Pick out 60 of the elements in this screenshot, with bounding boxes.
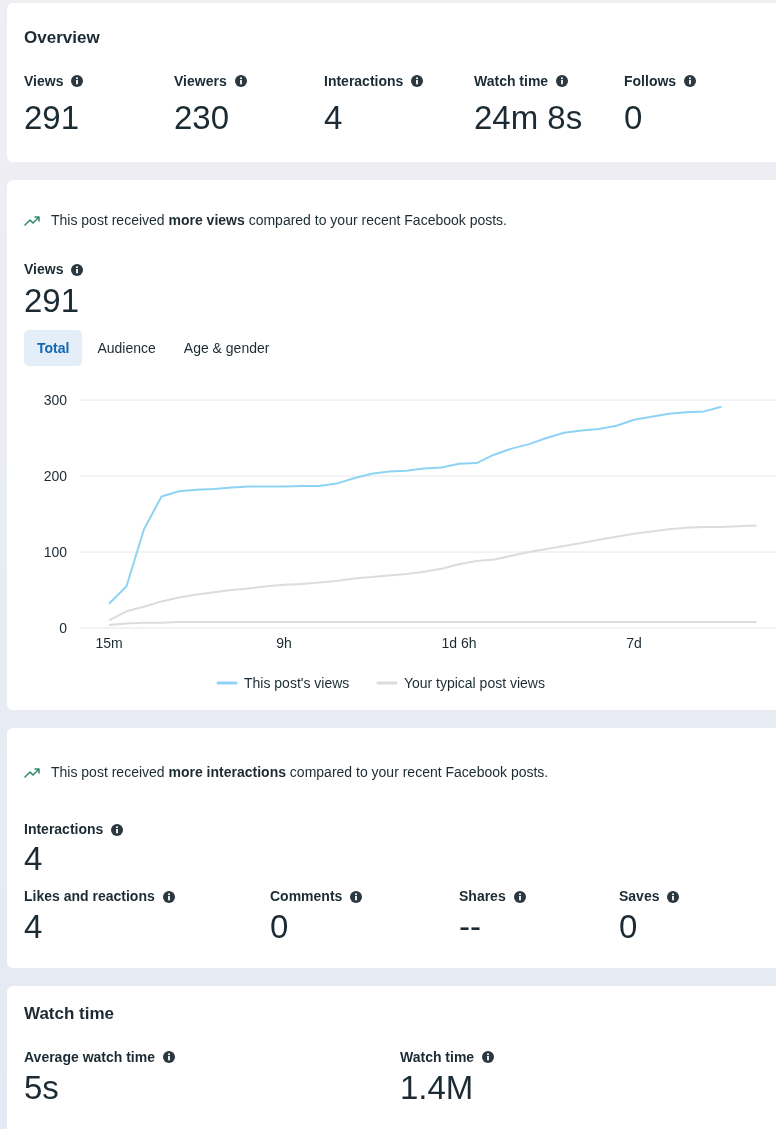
metric-label: Interactions — [324, 71, 404, 91]
metric-value: 4 — [24, 840, 44, 878]
axis-label: 300 — [43, 392, 67, 408]
insight-text: This post received more interactions compared to your recent Facebook posts. — [51, 763, 549, 782]
info-icon[interactable] — [513, 890, 526, 903]
insight-text: This post received more views compared to your recent Facebook posts. — [51, 211, 507, 230]
metric-label: Saves — [619, 887, 660, 906]
axis-label: 200 — [43, 468, 67, 484]
trend-up-icon — [24, 214, 42, 227]
info-icon[interactable] — [556, 75, 569, 87]
metric-label: Likes and reactions — [24, 887, 155, 906]
metric-label: Interactions — [24, 820, 104, 839]
metric-value: 291 — [24, 282, 81, 320]
metric-value: 4 — [24, 907, 44, 947]
axis-label: 15m — [95, 635, 123, 651]
metric-label: Viewers — [174, 71, 227, 91]
trend-up-icon — [24, 766, 42, 779]
tab[interactable]: Age & gender — [170, 330, 283, 366]
info-icon[interactable] — [162, 890, 175, 903]
metric-value: 0 — [619, 907, 639, 947]
metric-value: 5s — [24, 1067, 60, 1108]
info-icon[interactable] — [71, 263, 84, 276]
info-icon[interactable] — [411, 75, 424, 87]
metric-value: 230 — [174, 97, 231, 138]
legend-label: This post's views — [244, 675, 350, 691]
axis-label: 9h — [276, 635, 292, 651]
metric-label: Views — [24, 260, 64, 279]
legend-swatch — [216, 681, 238, 685]
legend-label: Your typical post views — [403, 675, 545, 691]
tab[interactable]: Total — [24, 330, 83, 366]
metric-value: 1.4M — [400, 1067, 475, 1108]
info-icon[interactable] — [163, 1051, 175, 1063]
metric-value: 0 — [624, 97, 644, 138]
axis-label: 0 — [59, 620, 67, 636]
metric-label: Watch time — [400, 1047, 475, 1067]
metric-label: Comments — [270, 887, 343, 906]
section-title: Overview — [24, 27, 101, 49]
metric-value: -- — [459, 907, 482, 947]
metric-value: 24m 8s — [474, 97, 584, 138]
metric-value: 0 — [270, 907, 290, 947]
info-icon[interactable] — [684, 75, 697, 87]
metric-value: 291 — [24, 97, 81, 138]
axis-label: 1d 6h — [441, 635, 477, 651]
info-icon[interactable] — [667, 890, 680, 903]
metric-label: Follows — [624, 71, 677, 91]
section-title: Watch time — [24, 1003, 116, 1025]
info-icon[interactable] — [111, 823, 124, 836]
metric-value: 4 — [324, 97, 344, 138]
metric-label: Shares — [459, 887, 506, 906]
info-icon[interactable] — [71, 75, 84, 87]
metric-label: Average watch time — [24, 1047, 155, 1067]
info-icon[interactable] — [234, 75, 247, 87]
axis-label: 100 — [43, 544, 67, 560]
metric-label: Views — [24, 71, 64, 91]
tab[interactable]: Audience — [84, 330, 169, 366]
info-icon[interactable] — [350, 890, 363, 903]
info-icon[interactable] — [482, 1051, 495, 1063]
legend-swatch — [376, 681, 398, 685]
axis-label: 7d — [626, 635, 642, 651]
metric-label: Watch time — [474, 71, 549, 91]
